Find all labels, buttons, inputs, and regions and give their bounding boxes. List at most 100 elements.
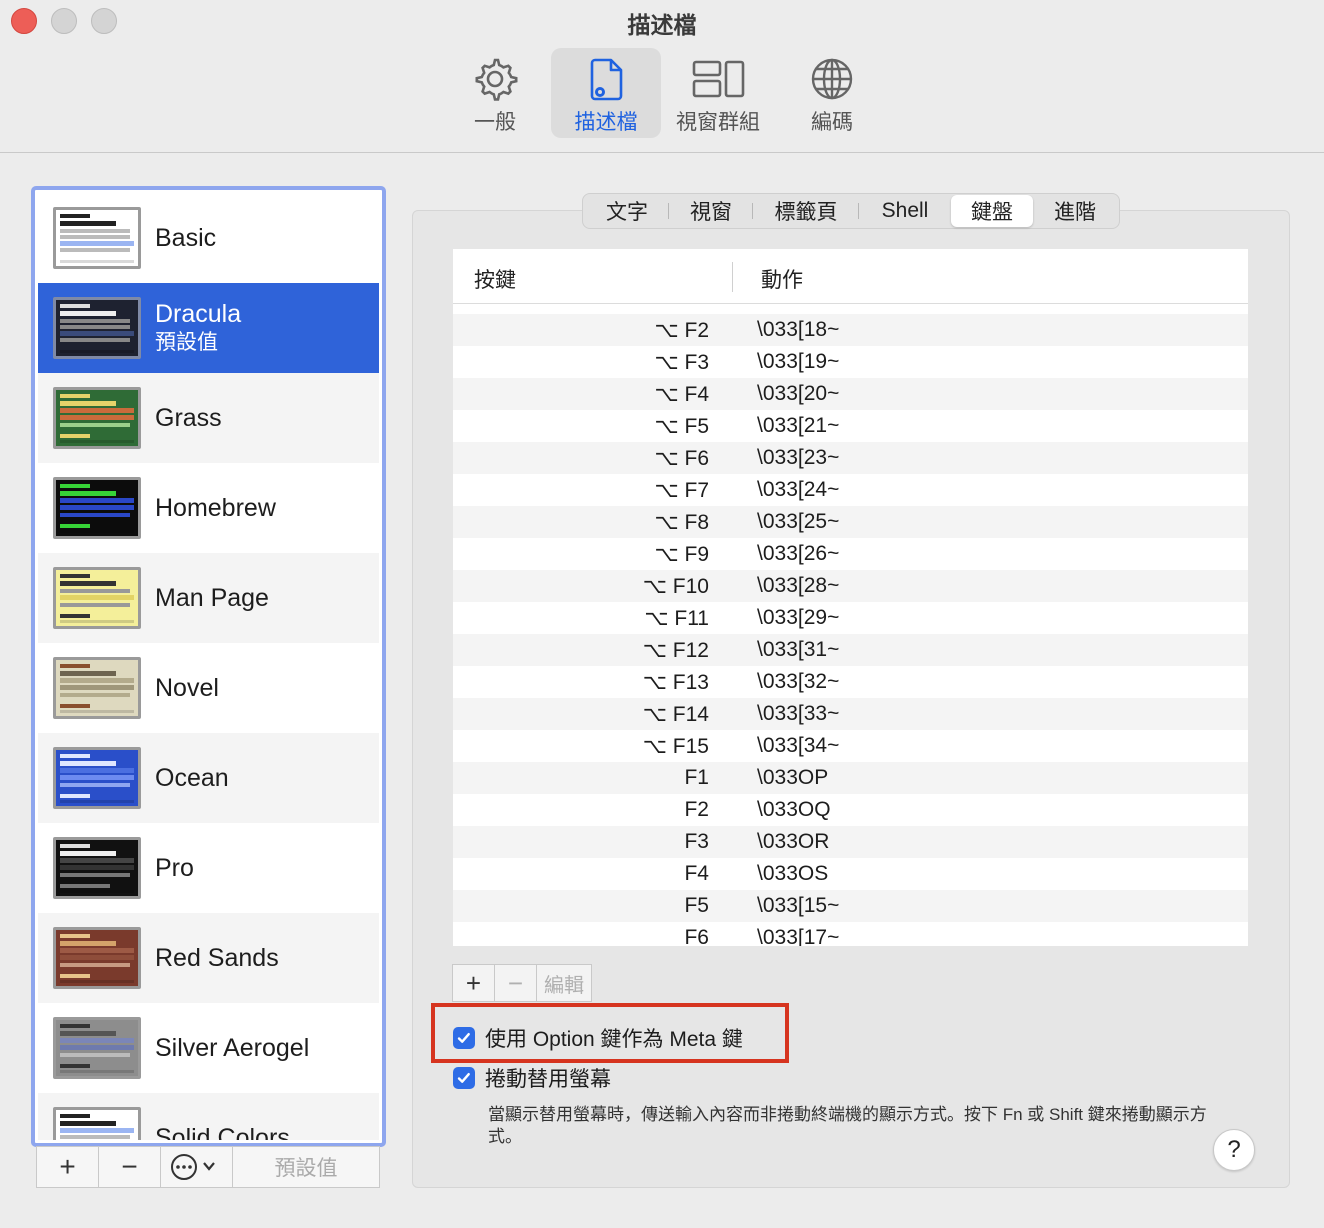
profile-name: Grass bbox=[155, 404, 222, 432]
action-cell: \033OP bbox=[757, 766, 829, 789]
profile-thumbnail bbox=[53, 567, 141, 629]
action-cell: \033[31~ bbox=[757, 638, 840, 661]
scroll-alternate-screen-label: 捲動替用螢幕 bbox=[485, 1068, 611, 1091]
remove-profile-button[interactable]: − bbox=[99, 1147, 161, 1187]
table-row[interactable]: ⌥ F9 \033[26~ bbox=[453, 538, 1248, 570]
key-cell: ⌥ F15 bbox=[642, 735, 709, 758]
profile-item-ocean[interactable]: Ocean bbox=[38, 733, 379, 823]
help-button[interactable]: ? bbox=[1213, 1129, 1255, 1171]
table-row[interactable]: ⌥ F10 \033[28~ bbox=[453, 570, 1248, 602]
profile-list-toolbar: + − 預設值 bbox=[36, 1146, 380, 1188]
profile-list[interactable]: Basic Dracula 預設值 Grass Homebrew Man Pag… bbox=[31, 186, 386, 1147]
table-row[interactable]: ⌥ F3 \033[19~ bbox=[453, 346, 1248, 378]
table-row[interactable]: F2 \033OQ bbox=[453, 794, 1248, 826]
profile-item-dracula[interactable]: Dracula 預設值 bbox=[38, 283, 379, 373]
table-row[interactable]: F5 \033[15~ bbox=[453, 890, 1248, 922]
profile-item-basic[interactable]: Basic bbox=[38, 193, 379, 283]
window-toolbar: 描述檔 一般 描述檔 視窗群組 編碼 bbox=[0, 0, 1324, 153]
table-row[interactable]: ⌥ F4 \033[20~ bbox=[453, 378, 1248, 410]
column-divider bbox=[732, 262, 733, 292]
action-cell: \033OQ bbox=[757, 798, 831, 821]
table-row[interactable]: ⌥ F6 \033[23~ bbox=[453, 442, 1248, 474]
profile-name: Basic bbox=[155, 224, 217, 252]
table-row[interactable]: F3 \033OR bbox=[453, 826, 1248, 858]
action-cell: \033[29~ bbox=[757, 606, 840, 629]
profile-item-pro[interactable]: Pro bbox=[38, 823, 379, 913]
action-cell: \033[26~ bbox=[757, 542, 840, 565]
profile-item-silver-aerogel[interactable]: Silver Aerogel bbox=[38, 1003, 379, 1093]
action-cell: \033[20~ bbox=[757, 382, 840, 405]
table-row[interactable]: ⌥ F13 \033[32~ bbox=[453, 666, 1248, 698]
table-row[interactable]: F1 \033OP bbox=[453, 762, 1248, 794]
toolbar-profiles[interactable]: 描述檔 bbox=[551, 48, 661, 138]
table-row[interactable]: ⌥ F5 \033[21~ bbox=[453, 410, 1248, 442]
key-cell: F3 bbox=[684, 830, 709, 853]
table-row[interactable]: F6 \033[17~ bbox=[453, 922, 1248, 946]
key-mapping-toolbar: + − 編輯 bbox=[452, 964, 592, 1002]
key-cell: ⌥ F3 bbox=[654, 351, 709, 374]
remove-key-mapping-button[interactable]: − bbox=[495, 965, 537, 1001]
settings-tabs: 文字 視窗 標籤頁 Shell 鍵盤 進階 bbox=[582, 193, 1120, 229]
tab-advanced[interactable]: 進階 bbox=[1033, 195, 1117, 227]
toolbar-window-groups[interactable]: 視窗群組 bbox=[670, 48, 766, 138]
key-cell: ⌥ F14 bbox=[642, 703, 709, 726]
column-header-key[interactable]: 按鍵 bbox=[474, 264, 516, 294]
more-actions-icon bbox=[170, 1154, 215, 1180]
profile-thumbnail bbox=[53, 1107, 141, 1140]
profile-item-homebrew[interactable]: Homebrew bbox=[38, 463, 379, 553]
edit-key-mapping-button[interactable]: 編輯 bbox=[537, 965, 591, 1001]
tab-keyboard[interactable]: 鍵盤 bbox=[951, 195, 1033, 227]
use-option-as-meta-option[interactable]: 使用 Option 鍵作為 Meta 鍵 bbox=[453, 1023, 743, 1053]
table-row[interactable]: ⌥ F2 \033[18~ bbox=[453, 314, 1248, 346]
key-cell: ⌥ F2 bbox=[654, 319, 709, 342]
profile-item-man-page[interactable]: Man Page bbox=[38, 553, 379, 643]
add-key-mapping-button[interactable]: + bbox=[453, 965, 495, 1001]
toolbar-window-groups-label: 視窗群組 bbox=[676, 111, 760, 134]
default-profile-label: 預設值 bbox=[155, 331, 218, 354]
tab-window[interactable]: 視窗 bbox=[669, 195, 753, 227]
key-cell: ⌥ F11 bbox=[644, 607, 709, 630]
key-cell: F1 bbox=[684, 766, 709, 789]
profile-item-novel[interactable]: Novel bbox=[38, 643, 379, 733]
tab-tab[interactable]: 標籤頁 bbox=[753, 195, 859, 227]
use-option-as-meta-checkbox[interactable] bbox=[453, 1027, 475, 1049]
table-row[interactable]: ⌥ F8 \033[25~ bbox=[453, 506, 1248, 538]
key-cell: ⌥ F7 bbox=[654, 479, 709, 502]
key-cell: F6 bbox=[684, 926, 709, 946]
toolbar-encodings[interactable]: 編碼 bbox=[787, 48, 877, 138]
profile-thumbnail bbox=[53, 477, 141, 539]
profile-item-grass[interactable]: Grass bbox=[38, 373, 379, 463]
profile-actions-menu-button[interactable] bbox=[161, 1147, 233, 1187]
set-default-profile-button[interactable]: 預設值 bbox=[233, 1147, 379, 1187]
table-row[interactable]: ⌥ F14 \033[33~ bbox=[453, 698, 1248, 730]
column-header-action[interactable]: 動作 bbox=[761, 264, 803, 294]
table-row[interactable]: ⌥ F12 \033[31~ bbox=[453, 634, 1248, 666]
action-cell: \033[32~ bbox=[757, 670, 840, 693]
profile-name: Homebrew bbox=[155, 494, 276, 522]
tab-shell[interactable]: Shell bbox=[859, 195, 951, 227]
toolbar-general[interactable]: 一般 bbox=[450, 48, 540, 138]
scroll-alternate-screen-checkbox[interactable] bbox=[453, 1067, 475, 1089]
table-row[interactable]: ⌥ F15 \033[34~ bbox=[453, 730, 1248, 762]
table-row[interactable]: ⌥ F11 \033[29~ bbox=[453, 602, 1248, 634]
profile-name: Silver Aerogel bbox=[155, 1034, 310, 1062]
key-mapping-table[interactable]: 按鍵 動作 ⌥ F2 \033[18~ ⌥ F3 \033[19~ ⌥ F4 \033[2… bbox=[453, 249, 1248, 946]
window-title: 描述檔 bbox=[627, 12, 697, 38]
key-cell: ⌥ F10 bbox=[642, 575, 709, 598]
key-cell: ⌥ F8 bbox=[654, 511, 709, 534]
profile-thumbnail bbox=[53, 207, 141, 269]
profile-item-red-sands[interactable]: Red Sands bbox=[38, 913, 379, 1003]
table-row[interactable]: ⌥ F7 \033[24~ bbox=[453, 474, 1248, 506]
table-row[interactable]: F4 \033OS bbox=[453, 858, 1248, 890]
toolbar-general-label: 一般 bbox=[474, 111, 516, 134]
tab-text[interactable]: 文字 bbox=[585, 195, 669, 227]
profile-thumbnail bbox=[53, 927, 141, 989]
key-cell: ⌥ F9 bbox=[654, 543, 709, 566]
add-profile-button[interactable]: + bbox=[37, 1147, 99, 1187]
profile-name: Novel bbox=[155, 674, 219, 702]
scroll-alternate-screen-option[interactable]: 捲動替用螢幕 bbox=[453, 1063, 611, 1093]
action-cell: \033[28~ bbox=[757, 574, 840, 597]
profile-item-solid-colors[interactable]: Solid Colors bbox=[38, 1093, 379, 1140]
key-cell: F4 bbox=[684, 862, 709, 885]
globe-icon bbox=[811, 58, 853, 100]
